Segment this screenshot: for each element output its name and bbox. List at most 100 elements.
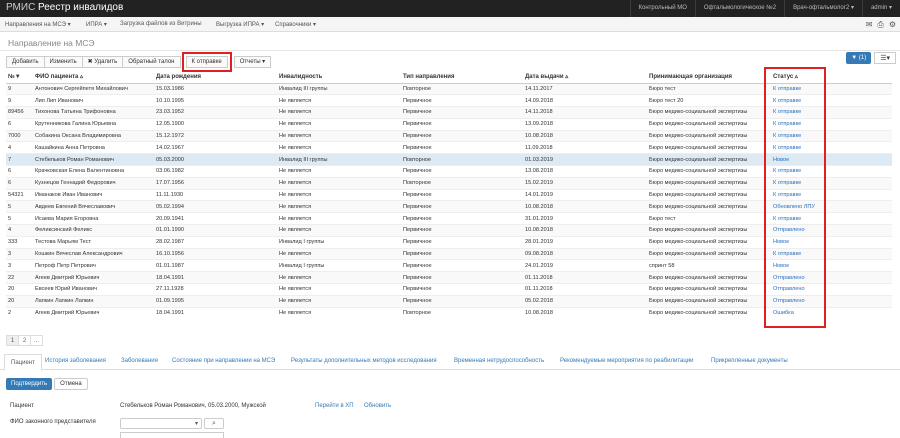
cell-number: 20 xyxy=(6,283,33,296)
cell-status[interactable]: К отправке xyxy=(771,94,892,107)
envelope-icon[interactable]: ✉ xyxy=(866,20,873,30)
cell-disability: Инвалид III группы xyxy=(277,82,401,95)
column-header-issue-date[interactable]: Дата выдачи ▵ xyxy=(523,71,647,84)
reports-dropdown[interactable]: Отчеты ▾ xyxy=(233,56,272,68)
cell-status[interactable]: Новое xyxy=(771,235,892,249)
cell-number: 9 xyxy=(6,82,33,95)
cell-disability: Не является xyxy=(277,94,401,107)
gear-icon[interactable]: ⚙ xyxy=(889,20,896,30)
column-header-patient[interactable]: ФИО пациента ▵ xyxy=(33,71,154,84)
tab-attached-documents[interactable]: Прикрепленные документы xyxy=(711,358,788,364)
add-button[interactable]: Добавить xyxy=(6,56,45,68)
table-row[interactable]: 333 Тестова Марьям Тест 28.02.1987 Инвалид … xyxy=(6,235,892,249)
cancel-button[interactable]: Отмена xyxy=(54,378,88,390)
cell-status[interactable]: Новое xyxy=(771,259,892,272)
cell-status[interactable]: К отправке xyxy=(771,188,892,201)
cell-status[interactable]: К отправке xyxy=(771,212,892,225)
menu-item-mse-referrals[interactable]: Направления на МСЭ ▾ xyxy=(5,21,71,28)
menu-item-directories[interactable]: Справочники ▾ xyxy=(275,21,316,28)
column-header-organization[interactable]: Принимающая организация xyxy=(647,71,771,84)
tab-medical-history[interactable]: История заболевания xyxy=(45,358,106,364)
edit-button[interactable]: Изменить xyxy=(43,56,83,68)
table-row[interactable]: 20 Евсеев Юрий Иванович 27.11.1928 Не являе… xyxy=(6,283,892,296)
table-row[interactable]: 6 Кузнецов Геннадий Федорович 17.07.1956 Не… xyxy=(6,176,892,190)
tab-condition[interactable]: Состояние при направлении на МСЭ xyxy=(172,358,275,364)
cell-disability: Инвалид III группы xyxy=(277,153,401,166)
cell-status[interactable]: К отправке xyxy=(771,82,892,95)
tab-additional-methods[interactable]: Результаты дополнительных методов исслед… xyxy=(291,358,437,364)
cell-organization: Бюро медико-социальной экспертизы xyxy=(647,117,771,131)
page-more[interactable]: ... xyxy=(30,335,43,346)
cell-status[interactable]: К отправке xyxy=(771,106,892,119)
representative-extra-field[interactable] xyxy=(120,432,224,438)
table-row[interactable]: 54321 Иманаков Иван Иванович 11.11.1930 Не … xyxy=(6,188,892,201)
table-row[interactable]: 7 Стебельков Роман Романович 05.03.2000 Инв… xyxy=(6,153,892,166)
navbar-role-dropdown[interactable]: Врач-офтальмолог2 ▾ xyxy=(784,0,862,17)
top-navbar: РМИС Реестр инвалидов Контрольный МО Офт… xyxy=(0,0,900,17)
cell-status[interactable]: Отправлено xyxy=(771,294,892,308)
table-row[interactable]: 9 Антонович Сергейпетя Михайлович 15.03.19… xyxy=(6,82,892,95)
column-header-number[interactable]: №▼ xyxy=(6,71,33,84)
navbar-org-selector[interactable]: Контрольный МО xyxy=(629,0,695,17)
cell-disability: Инвалид I группы xyxy=(277,259,401,272)
column-header-birthdate[interactable]: Дата рождения xyxy=(154,71,277,84)
cell-referral-type: Первичное xyxy=(401,212,523,225)
cell-status[interactable]: К отправке xyxy=(771,247,892,260)
cell-status[interactable]: Новое xyxy=(771,153,892,166)
table-row[interactable]: 9 Лип Лип Иванович 10.10.1995 Не является Пе… xyxy=(6,94,892,107)
menu-item-upload-files[interactable]: Загрузка файлов из Витрины xyxy=(120,21,202,27)
table-row[interactable]: 6 Крутенникова Галина Юрьевна 12.05.1900 Не… xyxy=(6,117,892,131)
list-view-dropdown[interactable]: ☰▾ xyxy=(874,52,896,64)
cell-disability: Инвалид I группы xyxy=(277,235,401,249)
table-row[interactable]: 6 Крачковская Елена Валентиновна 03.06.198… xyxy=(6,165,892,178)
table-row[interactable]: 22 Агеев Дмитрий Юрьевич 18.04.1991 Не явля… xyxy=(6,271,892,284)
table-row[interactable]: 5 Исаева Мария Егоровна 20.09.1941 Не являе… xyxy=(6,212,892,225)
cell-referral-type: Первичное xyxy=(401,165,523,178)
cell-status[interactable]: К отправке xyxy=(771,117,892,131)
cell-status[interactable]: К отправке xyxy=(771,141,892,154)
navbar-department-selector[interactable]: Офтальмологическое №2 xyxy=(694,0,784,17)
table-row[interactable]: 2 Агеев Дмитрий Юрьевич 18.04.1991 Не являе… xyxy=(6,306,892,319)
tab-temporary-disability[interactable]: Временная нетрудоспособность xyxy=(454,358,544,364)
search-icon[interactable]: ⌕ xyxy=(204,418,224,429)
cell-status[interactable]: Отправлено xyxy=(771,283,892,296)
cell-status[interactable]: Отправлено xyxy=(771,271,892,284)
table-row[interactable]: 4 Кашайкина Анна Петровна 14.02.1967 Не явл… xyxy=(6,141,892,154)
to-send-button[interactable]: К отправке xyxy=(181,52,232,72)
cell-status[interactable]: Отправлено xyxy=(771,224,892,237)
table-row[interactable]: 89456 Тихонова Татьяна Трифоновна 23.03.19… xyxy=(6,106,892,119)
representative-select[interactable]: ▾ xyxy=(120,418,202,429)
tab-rehabilitation[interactable]: Рекомендуемые мероприятия по реабилитаци… xyxy=(560,358,694,364)
table-row[interactable]: 7000 Собакина Оксана Владимировна 15.12.19… xyxy=(6,129,892,142)
cell-organization: Бюро медико-социальной экспертизы xyxy=(647,165,771,178)
cell-patient: Тихонова Татьяна Трифоновна xyxy=(33,106,154,119)
column-header-referral-type[interactable]: Тип направления xyxy=(401,71,523,84)
print-icon[interactable]: ⎙ xyxy=(877,20,883,30)
column-header-disability[interactable]: Инвалидность xyxy=(277,71,401,84)
confirm-button[interactable]: Подтвердить xyxy=(6,378,53,390)
menu-item-ipra[interactable]: ИПРА ▾ xyxy=(86,21,107,28)
menu-item-export-ipra[interactable]: Выгрузка ИПРА ▾ xyxy=(216,21,264,28)
table-row[interactable]: 5 Авдеев Евгений Вячеславович 05.02.1994 Не… xyxy=(6,200,892,213)
tab-patient[interactable]: Пациент xyxy=(4,354,42,371)
app-title-dropdown[interactable]: Реестр инвалидов xyxy=(38,2,123,13)
table-row[interactable]: 3 Кошкин Вячеслав Александрович 16.10.1956… xyxy=(6,247,892,260)
brand-logo[interactable]: РМИС xyxy=(6,2,35,13)
table-row[interactable]: 3 Петроф Петр Петрович 01.01.1987 Инвалид I… xyxy=(6,259,892,272)
delete-button[interactable]: ✖ Удалить xyxy=(81,56,124,68)
reverse-coupon-button[interactable]: Обратный талон xyxy=(122,56,181,68)
column-header-status[interactable]: Статус ▵ xyxy=(771,71,892,84)
tab-diseases[interactable]: Заболевания xyxy=(121,358,158,364)
navbar-user-dropdown[interactable]: admin ▾ xyxy=(861,0,900,17)
table-row[interactable]: 20 Лапкин Лапкин Лапкин 01.09.1995 Не являе… xyxy=(6,294,892,308)
cell-status[interactable]: К отправке xyxy=(771,129,892,142)
filter-button[interactable]: ▼ (1) xyxy=(846,52,872,64)
refresh-link[interactable]: Обновить xyxy=(364,403,391,409)
cell-status[interactable]: К отправке xyxy=(771,176,892,190)
go-to-hp-link[interactable]: Перейти в ХП xyxy=(315,403,354,409)
cell-status[interactable]: К отправке xyxy=(771,165,892,178)
cell-status[interactable]: Ошибка xyxy=(771,306,892,319)
table-row[interactable]: 4 Феликсинский Феликс 01.01.1990 Не являетс… xyxy=(6,224,892,237)
cell-issue-date: 10.08.2018 xyxy=(523,200,647,213)
cell-status[interactable]: Обновлено ЛПУ xyxy=(771,200,892,213)
